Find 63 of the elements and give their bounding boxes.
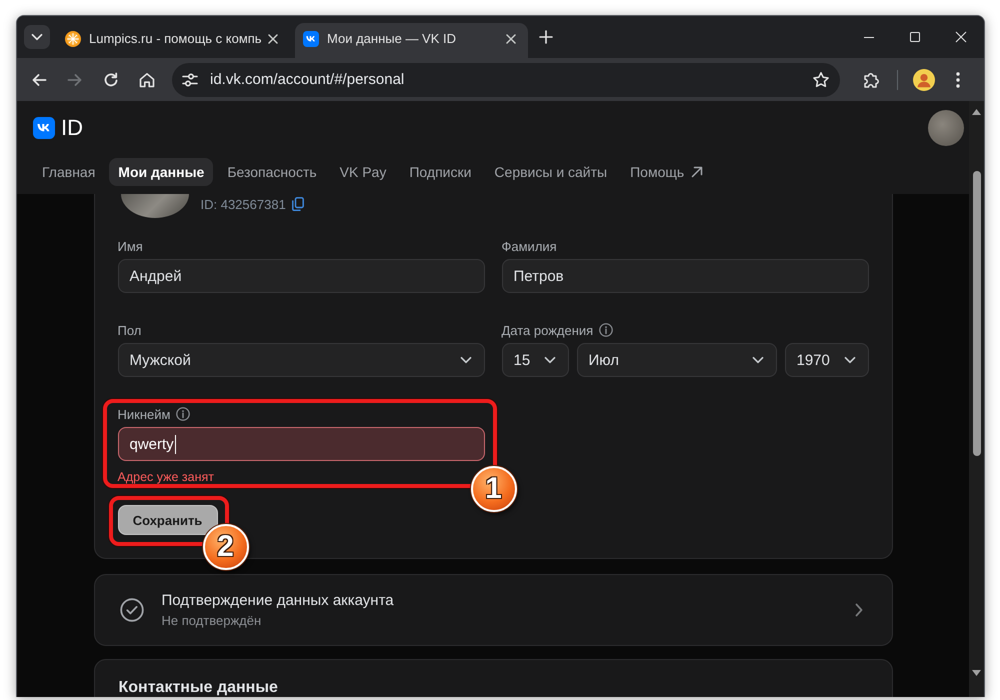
logo-text: ID — [61, 116, 83, 140]
nav-tab[interactable]: Сервисы и сайты — [485, 158, 616, 186]
chevron-down-icon — [31, 31, 43, 43]
nav-tab[interactable]: VK Pay — [330, 158, 396, 186]
sliders-icon — [181, 70, 199, 88]
chevron-down-icon — [460, 354, 472, 366]
error-message: Адрес уже занят — [118, 470, 214, 484]
nav-tab[interactable]: Подписки — [400, 158, 480, 186]
field-label: Имя — [118, 238, 143, 254]
scrollbar-thumb[interactable] — [972, 171, 980, 456]
scroll-up-icon[interactable] — [972, 109, 981, 115]
text-field[interactable]: qwerty — [118, 427, 484, 461]
card-title: Подтверждение данных аккаунта — [162, 592, 394, 610]
account-verification-card[interactable]: Подтверждение данных аккаунта Не подтверждён — [94, 574, 892, 646]
dropdown[interactable]: 1970 — [784, 343, 868, 377]
callout-badge: 1 — [470, 466, 516, 512]
close-icon — [505, 32, 517, 44]
status-text: Не подтверждён — [162, 612, 262, 628]
logo-icon — [33, 117, 55, 139]
field-label: Дата рождения — [502, 322, 594, 338]
scroll-down-icon[interactable] — [972, 670, 981, 676]
avatar-icon — [913, 68, 935, 90]
logo-icon — [303, 30, 319, 46]
site-info-button[interactable] — [181, 70, 199, 88]
address-field[interactable]: id.vk.com/account/#/personal — [172, 62, 840, 96]
callout-badge: 2 — [202, 524, 248, 570]
field-label: Пол — [118, 322, 142, 338]
text-field[interactable]: Петров — [502, 259, 868, 293]
scrollbar[interactable] — [969, 101, 984, 697]
dropdown[interactable]: Мужской — [118, 343, 484, 377]
more-icon — [956, 72, 960, 88]
dropdown[interactable]: Июл — [576, 343, 776, 377]
chevron-right-icon — [854, 603, 862, 617]
dropdown[interactable]: 15 — [502, 343, 568, 377]
chevron-down-icon — [544, 354, 556, 366]
nav-tab[interactable]: Мои данные — [109, 158, 214, 186]
avatar-photo[interactable] — [928, 110, 964, 146]
copy-icon[interactable] — [292, 197, 304, 211]
browser-tab[interactable]: Мои данные — VK ID — [295, 23, 528, 58]
field-label: Фамилия — [502, 238, 557, 254]
save-button[interactable]: Сохранить — [118, 505, 218, 535]
home-icon — [138, 70, 156, 88]
plus-icon — [539, 30, 553, 44]
chevron-down-icon — [752, 354, 764, 366]
section-title: Контактные данные — [118, 678, 278, 697]
text-field[interactable]: Андрей — [118, 259, 484, 293]
field-label: Никнейм — [118, 406, 170, 422]
check-circle-icon — [120, 598, 144, 622]
nav-tab[interactable]: Главная — [33, 158, 104, 186]
maximize-icon — [909, 31, 921, 43]
nav-tab[interactable]: Безопасность — [218, 158, 326, 186]
browser-tab[interactable]: Lumpics.ru - помощь с компь — [58, 23, 290, 58]
bookmark-button[interactable] — [812, 70, 830, 88]
reload-icon — [102, 70, 120, 88]
puzzle-icon — [862, 70, 880, 88]
nav-tab[interactable]: Помощь — [621, 158, 712, 186]
tab-list-button[interactable] — [24, 25, 50, 49]
star-icon — [812, 70, 830, 88]
fruit-slice-icon — [65, 30, 81, 46]
close-icon — [267, 32, 279, 44]
close-icon — [955, 31, 967, 43]
user-id-text: ID: 432567381 — [200, 197, 286, 212]
chevron-down-icon — [844, 354, 856, 366]
